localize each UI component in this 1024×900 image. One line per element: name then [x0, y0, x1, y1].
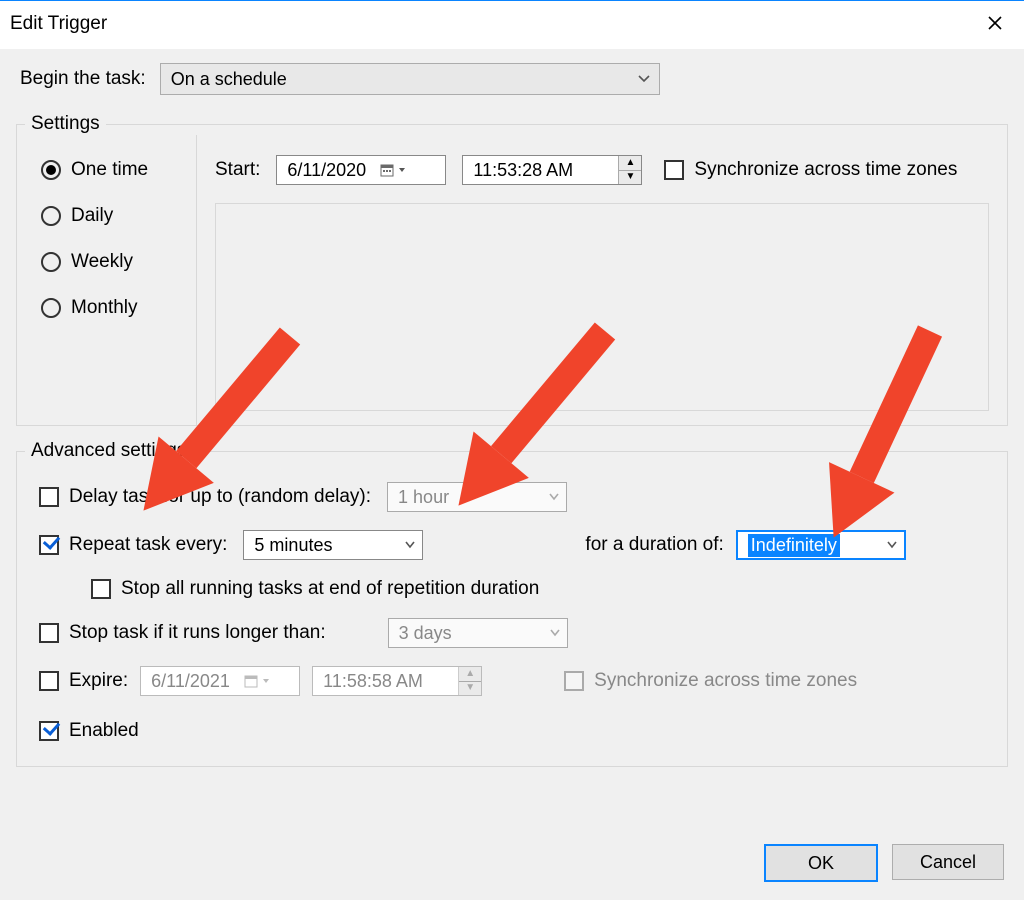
- dialog-buttons: OK Cancel: [764, 844, 1004, 882]
- repeat-label: Repeat task every:: [69, 534, 227, 556]
- sync-tz-label: Synchronize across time zones: [694, 159, 957, 181]
- chevron-down-icon: [886, 540, 898, 550]
- enabled-row: Enabled: [39, 720, 987, 742]
- spinner-buttons[interactable]: ▲ ▼: [618, 156, 641, 184]
- expire-date-picker: 6/11/2021: [140, 666, 300, 696]
- chevron-down-icon: [548, 492, 560, 502]
- sync-tz-checkbox-row[interactable]: Synchronize across time zones: [664, 159, 957, 181]
- start-time-spinner[interactable]: 11:53:28 AM ▲ ▼: [462, 155, 642, 185]
- frequency-column: One time Daily Weekly Monthly: [17, 135, 197, 425]
- checkbox-icon: [39, 671, 59, 691]
- calendar-dropdown-icon: [244, 674, 270, 688]
- enabled-label: Enabled: [69, 720, 139, 742]
- radio-monthly-label: Monthly: [71, 297, 138, 319]
- advanced-settings-group: Advanced settings Delay task for up to (…: [16, 440, 1008, 767]
- dialog-window: Edit Trigger Begin the task: On a schedu…: [0, 0, 1024, 900]
- enabled-checkbox[interactable]: Enabled: [39, 720, 139, 742]
- spinner-up-icon: ▲: [619, 156, 641, 171]
- expire-sync-tz-checkbox: Synchronize across time zones: [564, 670, 857, 692]
- close-icon: [987, 15, 1003, 31]
- begin-task-label: Begin the task:: [20, 68, 146, 90]
- calendar-dropdown-icon: [380, 163, 406, 177]
- cancel-button-label: Cancel: [920, 852, 976, 873]
- spinner-up-icon: ▲: [459, 667, 481, 682]
- chevron-down-icon: [637, 74, 651, 84]
- expire-time-spinner: 11:58:58 AM ▲ ▼: [312, 666, 482, 696]
- begin-task-row: Begin the task: On a schedule: [16, 63, 1008, 95]
- radio-onetime-label: One time: [71, 159, 148, 181]
- stop-all-label: Stop all running tasks at end of repetit…: [121, 578, 539, 600]
- delay-value: 1 hour: [398, 487, 449, 508]
- duration-value: Indefinitely: [748, 534, 840, 557]
- spinner-buttons: ▲ ▼: [458, 667, 481, 695]
- ok-button-label: OK: [808, 853, 834, 874]
- settings-group: Settings One time Daily Weekly: [16, 113, 1008, 426]
- checkbox-icon: [39, 721, 59, 741]
- advanced-legend: Advanced settings: [25, 440, 192, 462]
- begin-task-select[interactable]: On a schedule: [160, 63, 660, 95]
- duration-dropdown[interactable]: Indefinitely: [736, 530, 906, 560]
- expire-sync-tz-label: Synchronize across time zones: [594, 670, 857, 692]
- spinner-down-icon: ▼: [459, 682, 481, 696]
- radio-icon: [41, 206, 61, 226]
- radio-icon: [41, 160, 61, 180]
- spinner-down-icon: ▼: [619, 171, 641, 185]
- begin-task-value: On a schedule: [171, 69, 287, 90]
- start-date-value: 6/11/2020: [287, 160, 366, 181]
- expire-checkbox[interactable]: Expire:: [39, 670, 128, 692]
- stop-if-label: Stop task if it runs longer than:: [69, 622, 326, 644]
- radio-daily[interactable]: Daily: [41, 205, 182, 227]
- chevron-down-icon: [549, 628, 561, 638]
- radio-weekly[interactable]: Weekly: [41, 251, 182, 273]
- dialog-title: Edit Trigger: [10, 13, 107, 35]
- repeat-checkbox[interactable]: Repeat task every:: [39, 534, 227, 556]
- settings-right-column: Start: 6/11/2020: [197, 135, 1007, 425]
- expire-label: Expire:: [69, 670, 128, 692]
- stop-all-row: Stop all running tasks at end of repetit…: [91, 578, 987, 600]
- repeat-row: Repeat task every: 5 minutes for a durat…: [39, 530, 987, 560]
- stop-if-value: 3 days: [399, 623, 452, 644]
- expire-row: Expire: 6/11/2021 11:58:58: [39, 666, 987, 696]
- settings-legend: Settings: [25, 113, 106, 135]
- start-date-picker[interactable]: 6/11/2020: [276, 155, 446, 185]
- stop-if-dropdown: 3 days: [388, 618, 568, 648]
- radio-icon: [41, 298, 61, 318]
- repeat-interval-dropdown[interactable]: 5 minutes: [243, 530, 423, 560]
- expire-date-value: 6/11/2021: [151, 671, 230, 692]
- checkbox-icon: [664, 160, 684, 180]
- radio-monthly[interactable]: Monthly: [41, 297, 182, 319]
- delay-label: Delay task for up to (random delay):: [69, 486, 371, 508]
- cancel-button[interactable]: Cancel: [892, 844, 1004, 880]
- start-row: Start: 6/11/2020: [215, 155, 989, 185]
- radio-daily-label: Daily: [71, 205, 113, 227]
- delay-checkbox[interactable]: Delay task for up to (random delay):: [39, 486, 371, 508]
- start-time-value: 11:53:28 AM: [473, 160, 573, 181]
- start-label: Start:: [215, 159, 260, 181]
- stop-all-checkbox[interactable]: Stop all running tasks at end of repetit…: [91, 578, 539, 600]
- expire-time-value: 11:58:58 AM: [323, 671, 423, 692]
- checkbox-icon: [39, 535, 59, 555]
- stop-if-row: Stop task if it runs longer than: 3 days: [39, 618, 987, 648]
- titlebar: Edit Trigger: [0, 2, 1024, 46]
- delay-row: Delay task for up to (random delay): 1 h…: [39, 482, 987, 512]
- ok-button[interactable]: OK: [764, 844, 878, 882]
- duration-label: for a duration of:: [585, 534, 723, 556]
- checkbox-icon: [91, 579, 111, 599]
- repeat-value: 5 minutes: [254, 535, 332, 556]
- chevron-down-icon: [404, 540, 416, 550]
- radio-weekly-label: Weekly: [71, 251, 133, 273]
- frequency-sub-panel: [215, 203, 989, 411]
- checkbox-icon: [39, 623, 59, 643]
- dialog-client-area: Begin the task: On a schedule Settings O…: [0, 49, 1024, 900]
- checkbox-icon: [39, 487, 59, 507]
- delay-dropdown: 1 hour: [387, 482, 567, 512]
- stop-if-checkbox[interactable]: Stop task if it runs longer than:: [39, 622, 326, 644]
- close-button[interactable]: [972, 4, 1018, 42]
- radio-onetime[interactable]: One time: [41, 159, 182, 181]
- checkbox-icon: [564, 671, 584, 691]
- radio-icon: [41, 252, 61, 272]
